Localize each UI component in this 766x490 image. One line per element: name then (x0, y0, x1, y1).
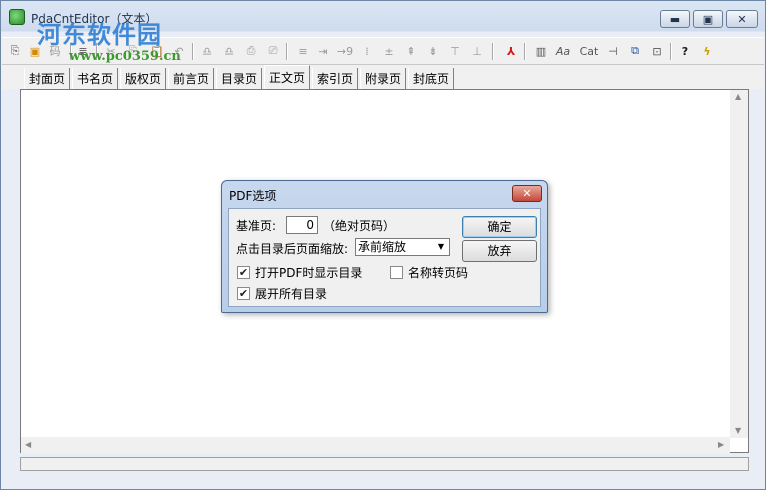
tab-appendix[interactable]: 附录页 (360, 68, 406, 89)
main-window: PdaCntEditor（文本） ▬ ▣ ✕ ⎘ ▣ 码 ≣ ✂ ⎘ 📋 ↶ ♎… (0, 0, 766, 490)
cut-icon[interactable]: ✂ (102, 42, 120, 60)
lightning-icon[interactable]: ϟ (698, 42, 716, 60)
toolbar-separator (192, 43, 194, 60)
find-next-icon[interactable]: ♎ (220, 42, 238, 60)
pdf-icon[interactable]: ⅄ (502, 42, 520, 60)
number-icon[interactable]: →9 (336, 42, 354, 60)
base-page-note: （绝对页码） (323, 219, 396, 233)
outline-icon[interactable]: ≣ (74, 42, 92, 60)
page-tabs: 封面页 书名页 版权页 前言页 目录页 正文页 索引页 附录页 封底页 (2, 65, 764, 89)
scroll-down-icon[interactable]: ▼ (735, 426, 741, 435)
join-icon[interactable]: ⊥ (468, 42, 486, 60)
save-icon[interactable]: ▣ (26, 42, 44, 60)
tab-copyright[interactable]: 版权页 (120, 68, 166, 89)
expand-toc-checkbox[interactable]: ✔ (237, 287, 250, 300)
window-icon[interactable]: ⧉ (626, 42, 644, 60)
toolbar-separator (70, 43, 72, 60)
cat-icon[interactable]: Cat (578, 42, 600, 60)
app-icon (9, 9, 25, 25)
base-page-input[interactable]: 0 (286, 216, 318, 234)
maximize-button[interactable]: ▣ (693, 10, 723, 28)
close-button[interactable]: ✕ (726, 10, 758, 28)
window-title: PdaCntEditor（文本） (31, 12, 158, 26)
dialog-title: PDF选项 (229, 189, 277, 203)
base-page-label: 基准页: (236, 219, 277, 233)
new-document-icon[interactable]: ⎘ (6, 42, 24, 60)
chart-icon[interactable]: ⁞ (358, 42, 376, 60)
split-icon[interactable]: ⊤ (446, 42, 464, 60)
toolbar-separator (96, 43, 98, 60)
columns-icon[interactable]: ▥ (532, 42, 550, 60)
preview-icon[interactable]: ⊡ (648, 42, 666, 60)
align-left-icon[interactable]: ≡ (294, 42, 312, 60)
zoom-select-value: 承前缩放 (358, 240, 407, 254)
toolbar-separator (286, 43, 288, 60)
insert-icon[interactable]: ⊣ (604, 42, 622, 60)
zoom-label: 点击目录后页面缩放: (236, 242, 349, 256)
tab-preface[interactable]: 前言页 (168, 68, 214, 89)
horizontal-scrollbar[interactable]: ◀ ▶ (21, 437, 730, 453)
chevron-down-icon[interactable]: ▼ (434, 240, 448, 254)
tab-back-cover[interactable]: 封底页 (408, 68, 454, 89)
show-toc-checkbox[interactable]: ✔ (237, 266, 250, 279)
find-icon[interactable]: ♎ (198, 42, 216, 60)
scroll-right-icon[interactable]: ▶ (718, 440, 724, 449)
ok-button[interactable]: 确定 (462, 216, 537, 238)
tab-body[interactable]: 正文页 (264, 65, 310, 89)
code-icon[interactable]: 码 (46, 42, 64, 60)
scroll-up-icon[interactable]: ▲ (735, 92, 741, 101)
font-icon[interactable]: Aa (554, 42, 572, 60)
toolbar: ⎘ ▣ 码 ≣ ✂ ⎘ 📋 ↶ ♎ ♎ ⎙ ⎚ ≡ ⇥ →9 ⁞ ± ⇞ ⇟ ⊤… (2, 37, 764, 65)
dialog-close-button[interactable]: ✕ (512, 185, 542, 202)
tab-cover[interactable]: 封面页 (24, 68, 70, 89)
copy-icon[interactable]: ⎘ (124, 42, 142, 60)
paste-icon[interactable]: 📋 (148, 42, 166, 60)
minimize-button[interactable]: ▬ (660, 10, 690, 28)
show-toc-label: 打开PDF时显示目录 (255, 266, 363, 280)
dialog-body: 基准页: 0 （绝对页码） 点击目录后页面缩放: 承前缩放 ▼ 确定 放弃 ✔ … (228, 208, 541, 307)
plus-icon[interactable]: ± (380, 42, 398, 60)
merge-down-icon[interactable]: ⇟ (424, 42, 442, 60)
toolbar-separator (492, 43, 494, 60)
toolbar-separator (670, 43, 672, 60)
cancel-button[interactable]: 放弃 (462, 240, 537, 262)
insert-page-icon[interactable]: ⎙ (242, 42, 260, 60)
merge-up-icon[interactable]: ⇞ (402, 42, 420, 60)
undo-icon[interactable]: ↶ (170, 42, 188, 60)
scroll-left-icon[interactable]: ◀ (25, 440, 31, 449)
name-to-page-checkbox[interactable] (390, 266, 403, 279)
vertical-scrollbar[interactable]: ▲ ▼ (730, 90, 748, 438)
title-bar: PdaCntEditor（文本） ▬ ▣ ✕ (1, 1, 765, 33)
tab-toc[interactable]: 目录页 (216, 68, 262, 89)
tab-title-page[interactable]: 书名页 (72, 68, 118, 89)
delete-page-icon[interactable]: ⎚ (264, 42, 282, 60)
status-bar (20, 457, 749, 471)
toolbar-separator (524, 43, 526, 60)
expand-toc-label: 展开所有目录 (255, 287, 328, 301)
zoom-select[interactable]: 承前缩放 ▼ (355, 238, 450, 256)
pdf-options-dialog: PDF选项 ✕ 基准页: 0 （绝对页码） 点击目录后页面缩放: 承前缩放 ▼ … (221, 180, 548, 313)
help-icon[interactable]: ? (676, 42, 694, 60)
indent-icon[interactable]: ⇥ (314, 42, 332, 60)
name-to-page-label: 名称转页码 (408, 266, 469, 280)
tab-index[interactable]: 索引页 (312, 68, 358, 89)
